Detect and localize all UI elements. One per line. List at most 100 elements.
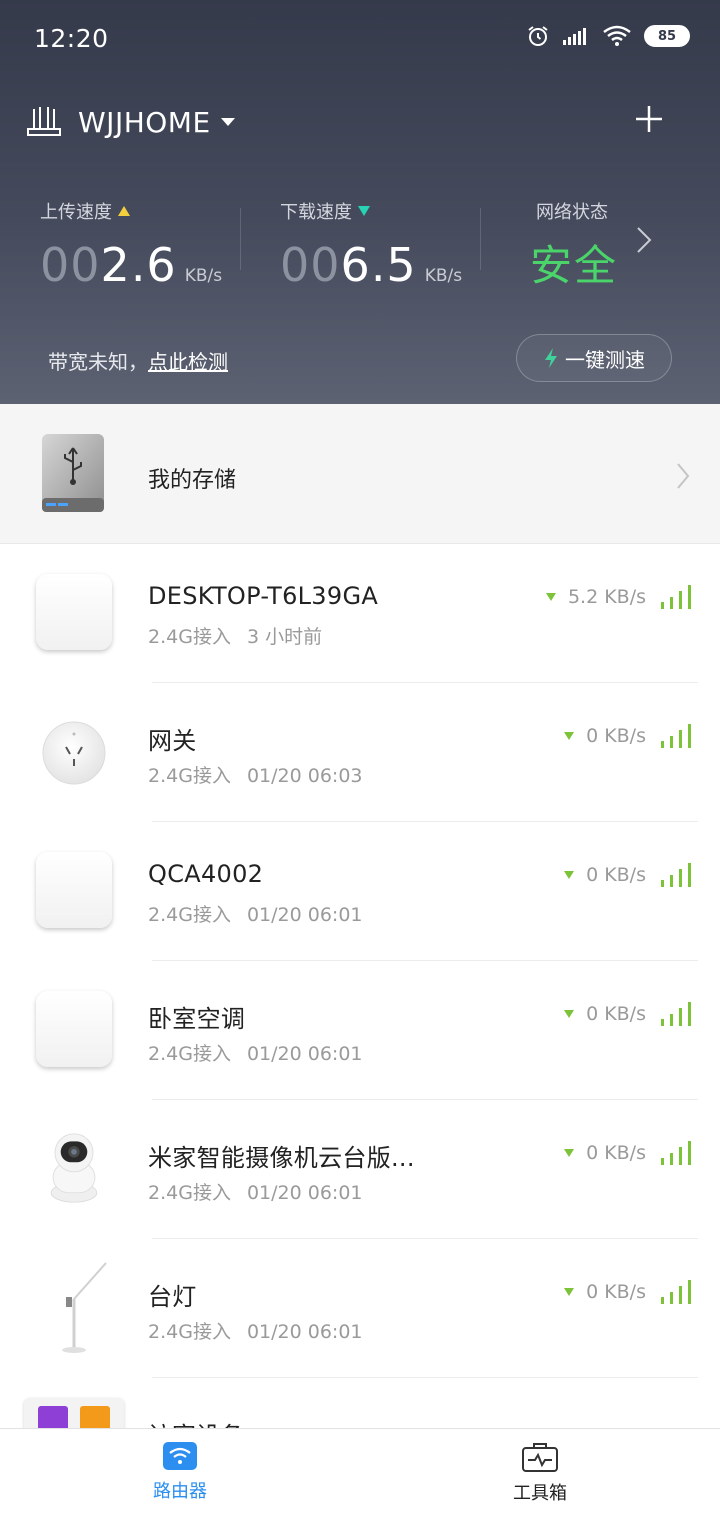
- battery-indicator: 85: [644, 25, 690, 47]
- device-meta: 2.4G接入 01/20 06:01: [148, 1039, 363, 1066]
- storage-row[interactable]: 我的存储: [0, 404, 720, 544]
- device-tile-icon: [36, 574, 112, 650]
- dropdown-caret-icon: [220, 118, 235, 126]
- device-speed-value: 0 KB/s: [586, 1281, 646, 1303]
- guest-device-row[interactable]: 访客设备: [0, 1380, 720, 1430]
- cellular-signal-icon: [563, 28, 586, 45]
- upload-value-row: 00 2.6 KB/s: [40, 238, 222, 292]
- device-time: 01/20 06:01: [246, 1043, 363, 1065]
- download-prefix: 00: [280, 238, 341, 292]
- device-speed: 0 KB/s: [564, 864, 646, 886]
- download-label: 下载速度: [280, 202, 352, 223]
- bottom-nav: 路由器 工具箱: [0, 1428, 720, 1520]
- upload-prefix: 00: [40, 238, 101, 292]
- device-row[interactable]: 卧室空调 2.4G接入 01/20 06:01 0 KB/s: [0, 961, 720, 1100]
- device-tile-icon: [36, 991, 112, 1067]
- device-row[interactable]: 网关 2.4G接入 01/20 06:03 0 KB/s: [0, 683, 720, 822]
- download-arrow-icon: [545, 593, 556, 601]
- device-name: DESKTOP-T6L39GA: [148, 582, 379, 610]
- device-band: 2.4G接入: [148, 765, 231, 787]
- chevron-right-icon[interactable]: [636, 226, 652, 254]
- router-selector[interactable]: WJJHOME: [26, 100, 235, 144]
- alarm-icon: [528, 26, 548, 46]
- header: 12:20 85 WJJHOME 上传速度 00 2.6 KB/s 下载速度 0…: [0, 0, 720, 404]
- device-band: 2.4G接入: [148, 1043, 231, 1065]
- stat-divider: [480, 208, 481, 270]
- camera-icon: [50, 1133, 98, 1203]
- device-speed: 0 KB/s: [564, 1003, 646, 1025]
- device-speed: 0 KB/s: [564, 1281, 646, 1303]
- download-arrow-icon: [564, 1288, 575, 1296]
- wifi-signal-bars-icon: [661, 585, 691, 609]
- device-meta: 2.4G接入 01/20 06:01: [148, 900, 363, 927]
- device-band: 2.4G接入: [148, 1321, 231, 1343]
- download-arrow-icon: [564, 1010, 575, 1018]
- wifi-signal-bars-icon: [661, 1002, 691, 1026]
- add-button[interactable]: [634, 104, 664, 134]
- device-band: 2.4G接入: [148, 626, 231, 648]
- wifi-signal-bars-icon: [661, 724, 691, 748]
- device-row[interactable]: 台灯 2.4G接入 01/20 06:01 0 KB/s: [0, 1239, 720, 1378]
- router-name: WJJHOME: [78, 105, 211, 139]
- usb-drive-icon: [42, 434, 104, 512]
- device-speed-value: 0 KB/s: [586, 1142, 646, 1164]
- lightning-icon: [545, 348, 557, 368]
- tab-router[interactable]: 路由器: [110, 1441, 250, 1503]
- network-status-label: 网络状态: [536, 202, 608, 223]
- bandwidth-text: 带宽未知，: [48, 350, 148, 374]
- device-row[interactable]: QCA4002 2.4G接入 01/20 06:01 0 KB/s: [0, 822, 720, 961]
- device-meta: 2.4G接入 01/20 06:03: [148, 761, 363, 788]
- device-name: 米家智能摄像机云台版...: [148, 1144, 415, 1172]
- device-row[interactable]: DESKTOP-T6L39GA 2.4G接入 3 小时前 5.2 KB/s: [0, 544, 720, 683]
- device-name: 台灯: [148, 1283, 197, 1311]
- speed-test-button[interactable]: 一键测速: [516, 334, 672, 382]
- device-speed-value: 0 KB/s: [586, 864, 646, 886]
- upload-label-row: 上传速度: [40, 198, 222, 224]
- device-time: 01/20 06:01: [246, 904, 363, 926]
- device-speed-value: 5.2 KB/s: [567, 586, 646, 608]
- device-name: 卧室空调: [148, 1005, 246, 1033]
- tab-toolbox-label: 工具箱: [513, 1483, 567, 1504]
- wifi-signal-bars-icon: [661, 1280, 691, 1304]
- device-name: 网关: [148, 727, 197, 755]
- device-time: 01/20 06:01: [246, 1182, 363, 1204]
- device-name: QCA4002: [148, 860, 264, 888]
- device-meta: 2.4G接入 01/20 06:01: [148, 1317, 363, 1344]
- router-tab-icon: [163, 1442, 197, 1470]
- guest-devices-icon: [24, 1398, 124, 1430]
- bandwidth-detect-link[interactable]: 点此检测: [148, 350, 228, 374]
- device-speed: 5.2 KB/s: [545, 586, 646, 608]
- device-row[interactable]: 米家智能摄像机云台版... 2.4G接入 01/20 06:01 0 KB/s: [0, 1100, 720, 1239]
- device-time: 01/20 06:01: [246, 1321, 363, 1343]
- row-divider: [152, 1377, 698, 1378]
- status-time: 12:20: [34, 24, 109, 53]
- upload-speed: 上传速度 00 2.6 KB/s: [40, 198, 222, 292]
- device-speed-value: 0 KB/s: [586, 725, 646, 747]
- storage-label: 我的存储: [148, 468, 237, 493]
- device-speed: 0 KB/s: [564, 1142, 646, 1164]
- upload-label: 上传速度: [40, 202, 112, 223]
- tab-router-label: 路由器: [153, 1481, 207, 1502]
- download-arrow-icon: [564, 1149, 575, 1157]
- upload-value: 2.6: [100, 238, 177, 292]
- speed-test-label: 一键测速: [565, 347, 645, 372]
- download-label-row: 下载速度: [280, 198, 462, 224]
- device-speed: 0 KB/s: [564, 725, 646, 747]
- download-arrow-icon: [358, 206, 370, 216]
- download-value: 6.5: [340, 238, 417, 292]
- download-unit: KB/s: [424, 266, 463, 286]
- download-speed: 下载速度 00 6.5 KB/s: [280, 198, 462, 292]
- bandwidth-notice: 带宽未知，点此检测: [48, 346, 228, 375]
- device-speed-value: 0 KB/s: [586, 1003, 646, 1025]
- wifi-signal-bars-icon: [661, 863, 691, 887]
- upload-arrow-icon: [118, 206, 130, 216]
- status-bar: 12:20 85: [0, 0, 720, 80]
- stat-divider: [240, 208, 241, 270]
- upload-unit: KB/s: [184, 266, 223, 286]
- gateway-icon: [42, 721, 106, 785]
- device-time: 3 小时前: [246, 626, 323, 648]
- status-icons: 85: [526, 24, 690, 48]
- toolbox-icon: [522, 1443, 558, 1472]
- tab-toolbox[interactable]: 工具箱: [470, 1441, 610, 1505]
- download-arrow-icon: [564, 871, 575, 879]
